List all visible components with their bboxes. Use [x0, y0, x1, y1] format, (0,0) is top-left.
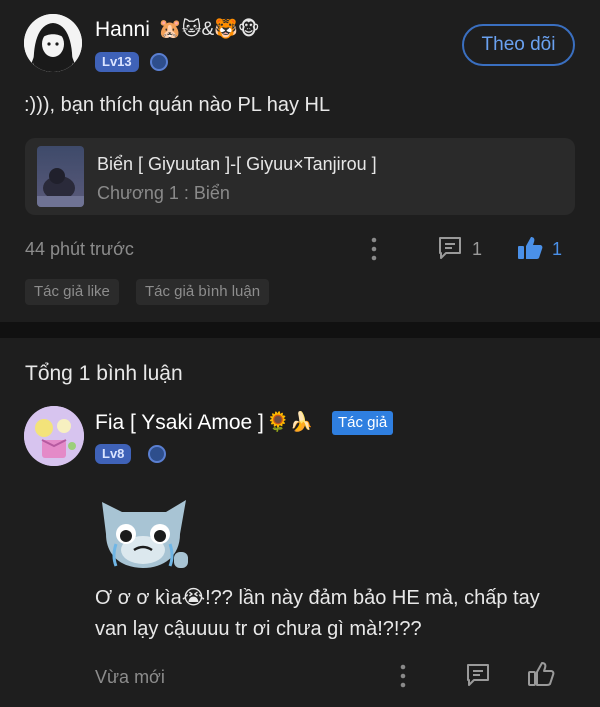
story-cover-thumbnail [37, 146, 84, 207]
post-content: :))), bạn thích quán nào PL hay HL [24, 94, 331, 116]
comment-author-name[interactable]: Fia [ Ysaki Amoe ] [95, 411, 264, 435]
post-timestamp: 44 phút trước [25, 239, 134, 259]
comments-total: Tổng 1 bình luận [25, 362, 183, 385]
post-author-name[interactable]: Hanni [95, 18, 150, 42]
post-author-level-badge: Lv13 [95, 52, 139, 72]
tag-author-comment: Tác giả bình luận [136, 279, 270, 305]
comment-timestamp: Vừa mới [95, 667, 165, 687]
post-author-avatar[interactable] [24, 14, 82, 72]
comment-count: 1 [472, 239, 483, 259]
comment-content-line1: Ơ ơ ơ kìa😭!?? lần này đảm bảo HE mà, chấ… [95, 587, 540, 609]
comment-author-level-badge: Lv8 [95, 444, 132, 464]
comment-more-options-icon[interactable] [398, 663, 408, 689]
like-icon[interactable] [516, 234, 544, 262]
post-author-emoji: 🐹🐱&🐯🐵 [158, 19, 260, 40]
reply-icon[interactable] [465, 663, 491, 687]
like-count: 1 [552, 239, 563, 259]
section-divider [0, 322, 600, 338]
comment-author-avatar[interactable] [24, 406, 84, 466]
cat-sticker-image [94, 494, 192, 574]
comment-content-line2: van lạy cậuuuu tr ơi chưa gì mà!?!?? [95, 618, 422, 640]
story-chapter: Chương 1 : Biển [97, 183, 230, 203]
follow-button[interactable]: Theo dõi [462, 24, 575, 66]
more-options-icon[interactable] [369, 236, 379, 262]
comment-author-emoji: 🌻🍌 [266, 412, 314, 433]
rank-shield-icon [148, 445, 166, 463]
story-title: Biển [ Giyuutan ]-[ Giyuu×Tanjirou ] [97, 154, 377, 174]
comment-icon[interactable] [437, 236, 463, 260]
rank-shield-icon [150, 53, 168, 71]
author-badge: Tác giả [332, 411, 394, 435]
linked-story-card[interactable]: Biển [ Giyuutan ]-[ Giyuu×Tanjirou ] Chư… [25, 138, 575, 215]
tag-author-like: Tác giả like [25, 279, 119, 305]
comment-like-icon[interactable] [527, 660, 555, 688]
